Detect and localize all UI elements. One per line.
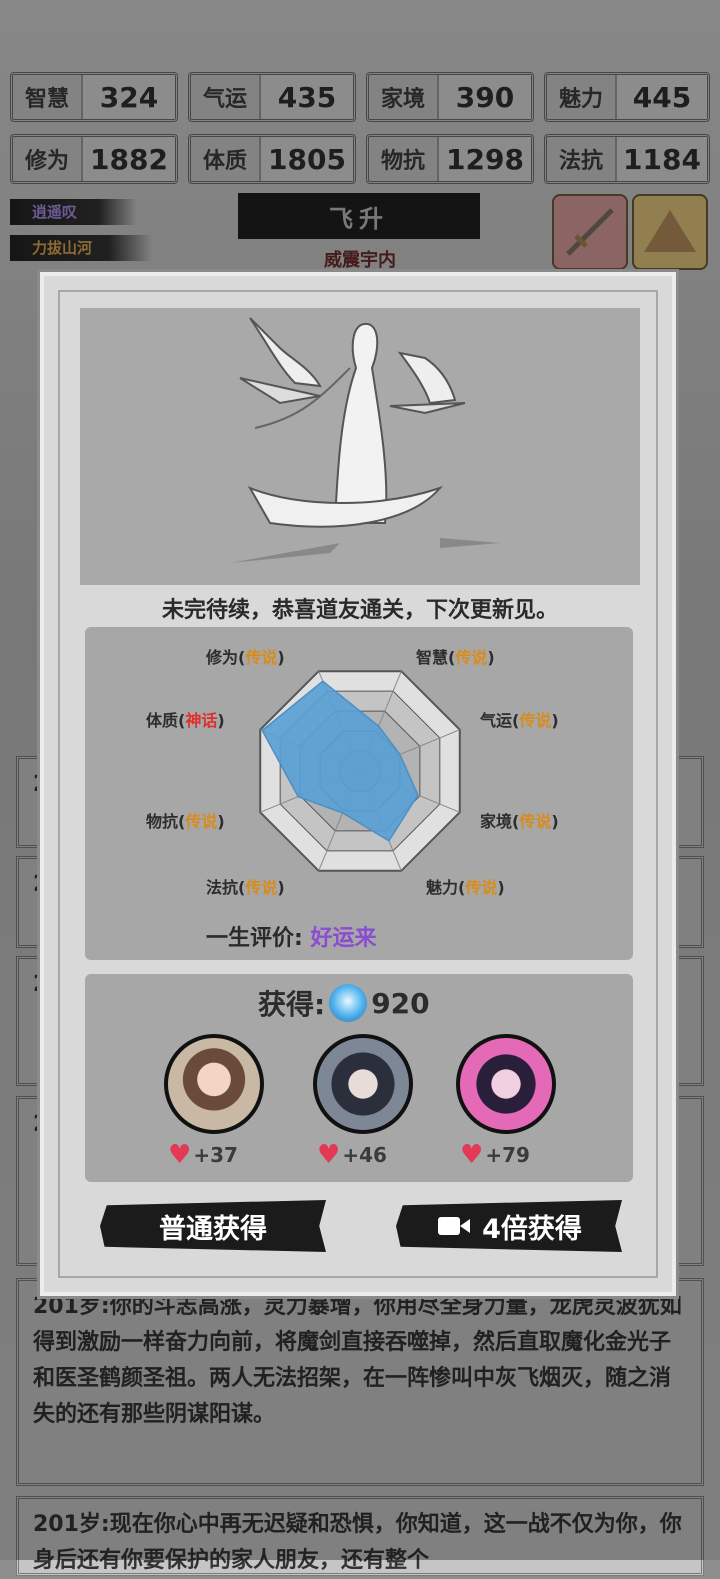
affinity-gain: ♥ +46 bbox=[317, 1140, 387, 1170]
radar-label-name: 智慧 bbox=[416, 648, 449, 667]
radar-label-grade: 传说 bbox=[455, 648, 488, 667]
affinity-value: +79 bbox=[485, 1143, 530, 1167]
radar-label-family: 家境(传说) bbox=[480, 812, 559, 831]
immortal-crane-image bbox=[230, 317, 500, 563]
radar-label-name: 魅力 bbox=[426, 878, 459, 897]
video-camera-icon bbox=[438, 1217, 471, 1235]
ascension-illustration bbox=[80, 308, 640, 585]
gain-amount: 920 bbox=[371, 986, 430, 1020]
affinity-gain: ♥ +37 bbox=[168, 1140, 238, 1170]
radar-label-physique: 体质(神话) bbox=[146, 711, 225, 730]
radar-label-magic-resist: 法抗(传说) bbox=[206, 878, 285, 897]
radar-label-grade: 传说 bbox=[245, 878, 278, 897]
affinity-value: +46 bbox=[342, 1143, 387, 1167]
spirit-orb-icon bbox=[329, 984, 368, 1022]
ending-message: 未完待续，恭喜道友通关，下次更新见。 bbox=[161, 598, 558, 623]
radar-label-name: 家境 bbox=[480, 812, 513, 831]
radar-label-charm: 魅力(传说) bbox=[426, 878, 505, 897]
quad-claim-video-button[interactable]: 4倍获得 bbox=[396, 1200, 622, 1252]
radar-label-name: 体质 bbox=[146, 711, 179, 730]
affinity-value: +37 bbox=[193, 1143, 238, 1167]
heart-icon: ♥ bbox=[460, 1140, 484, 1170]
heart-icon: ♥ bbox=[317, 1140, 341, 1170]
character-avatar bbox=[456, 1034, 556, 1134]
radar-label-wisdom: 智慧(传说) bbox=[416, 648, 495, 667]
radar-label-grade: 神话 bbox=[185, 711, 218, 730]
radar-label-name: 气运 bbox=[480, 711, 513, 730]
radar-label-grade: 传说 bbox=[519, 812, 552, 831]
heart-icon: ♥ bbox=[168, 1140, 192, 1170]
character-avatar bbox=[313, 1034, 413, 1134]
evaluation-label: 一生评价: bbox=[206, 926, 303, 951]
gain-label: 获得: bbox=[258, 988, 326, 1021]
affinity-gain: ♥ +79 bbox=[460, 1140, 530, 1170]
normal-claim-button[interactable]: 普通获得 bbox=[100, 1200, 326, 1252]
radar-label-cultivation: 修为(传说) bbox=[206, 648, 285, 667]
attribute-radar-chart bbox=[259, 670, 461, 872]
life-evaluation: 一生评价: 好运来 bbox=[206, 920, 377, 952]
normal-claim-label: 普通获得 bbox=[159, 1213, 267, 1245]
radar-label-grade: 传说 bbox=[245, 648, 278, 667]
radar-label-luck: 气运(传说) bbox=[480, 711, 559, 730]
radar-label-grade: 传说 bbox=[519, 711, 552, 730]
radar-label-grade: 传说 bbox=[185, 812, 218, 831]
radar-label-name: 物抗 bbox=[146, 812, 179, 831]
character-avatar bbox=[164, 1034, 264, 1134]
evaluation-value: 好运来 bbox=[310, 926, 377, 951]
radar-label-phys-resist: 物抗(传说) bbox=[146, 812, 225, 831]
reward-gain: 获得: 920 bbox=[258, 983, 430, 1023]
radar-label-name: 法抗 bbox=[206, 878, 239, 897]
radar-label-grade: 传说 bbox=[465, 878, 498, 897]
quad-claim-label: 4倍获得 bbox=[482, 1213, 582, 1245]
radar-label-name: 修为 bbox=[206, 648, 239, 667]
